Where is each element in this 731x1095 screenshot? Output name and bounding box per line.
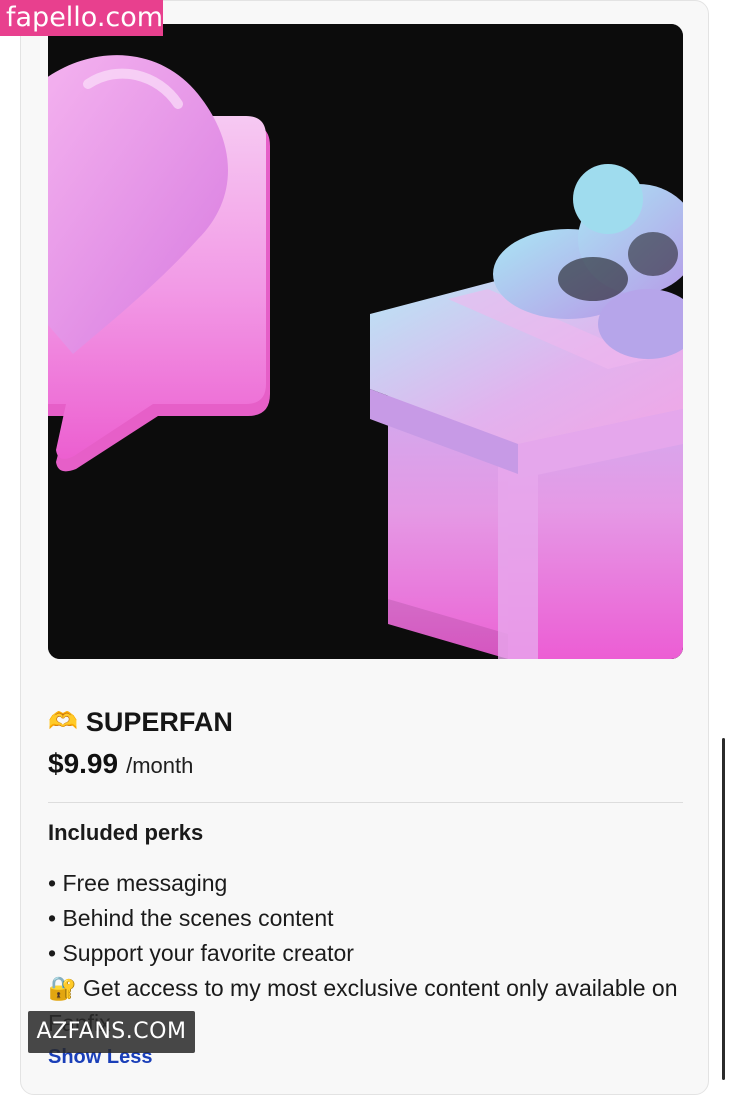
perks-heading: Included perks xyxy=(48,820,204,845)
tier-hero-image xyxy=(48,24,683,659)
tier-price: $9.99 xyxy=(48,748,119,779)
watermark-top: fapello.com xyxy=(0,0,163,36)
heart-hands-icon: 🫶 xyxy=(48,708,78,735)
perk-item: • Behind the scenes content xyxy=(48,905,334,931)
price-row: $9.99 /month xyxy=(48,748,193,786)
perk-item: • Free messaging xyxy=(48,870,228,896)
heart-and-gift-illustration xyxy=(48,24,683,659)
lock-key-icon: 🔐 xyxy=(48,975,77,1001)
scrollbar[interactable] xyxy=(722,738,725,1080)
tier-name: SUPERFAN xyxy=(85,706,233,737)
divider xyxy=(48,802,683,803)
perk-item: • Support your favorite creator xyxy=(48,940,354,966)
watermark-bottom: AZFANS.COM xyxy=(28,1011,195,1053)
tier-period: /month xyxy=(126,753,194,778)
tier-title: 🫶 SUPERFAN xyxy=(48,704,233,740)
